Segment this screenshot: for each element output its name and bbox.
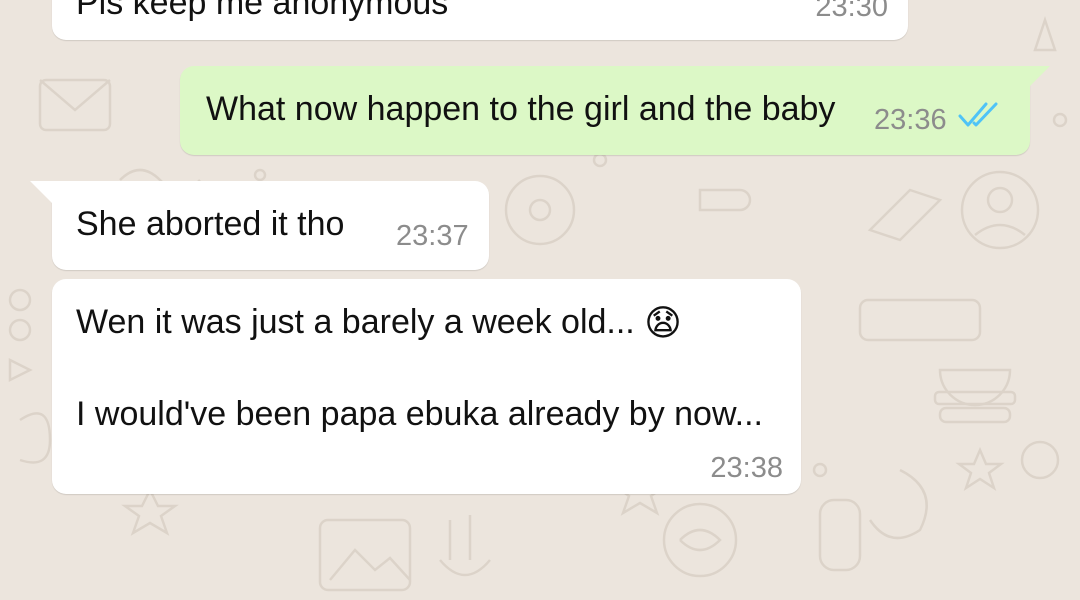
message-timestamp: 23:30	[815, 0, 888, 23]
message-text: Pls keep me anonymous	[76, 0, 449, 22]
message-timestamp: 23:37	[396, 220, 469, 252]
message-line-1: Wen it was just a barely a week old...	[76, 303, 635, 341]
message-text: She aborted it tho	[76, 205, 345, 243]
message-text: What now happen to the girl and the baby	[206, 90, 836, 128]
message-line-2: I would've been papa ebuka already by no…	[76, 395, 763, 433]
message-timestamp: 23:38	[710, 452, 783, 484]
bubble-tail-outgoing	[1028, 66, 1050, 88]
double-check-icon	[958, 102, 998, 127]
bubble-tail-incoming	[30, 181, 52, 203]
message-timestamp: 23:36	[874, 104, 947, 136]
message-bubble-incoming[interactable]: She aborted it tho 23:37	[52, 181, 489, 270]
message-text-line: Wen it was just a barely a week old... 😧	[76, 301, 682, 345]
worried-face-icon: 😧	[644, 303, 682, 345]
message-bubble-incoming[interactable]: Wen it was just a barely a week old... 😧…	[52, 279, 801, 494]
message-bubble-outgoing[interactable]: What now happen to the girl and the baby…	[180, 66, 1030, 155]
message-bubble-incoming[interactable]: Pls keep me anonymous 23:30	[52, 0, 908, 40]
